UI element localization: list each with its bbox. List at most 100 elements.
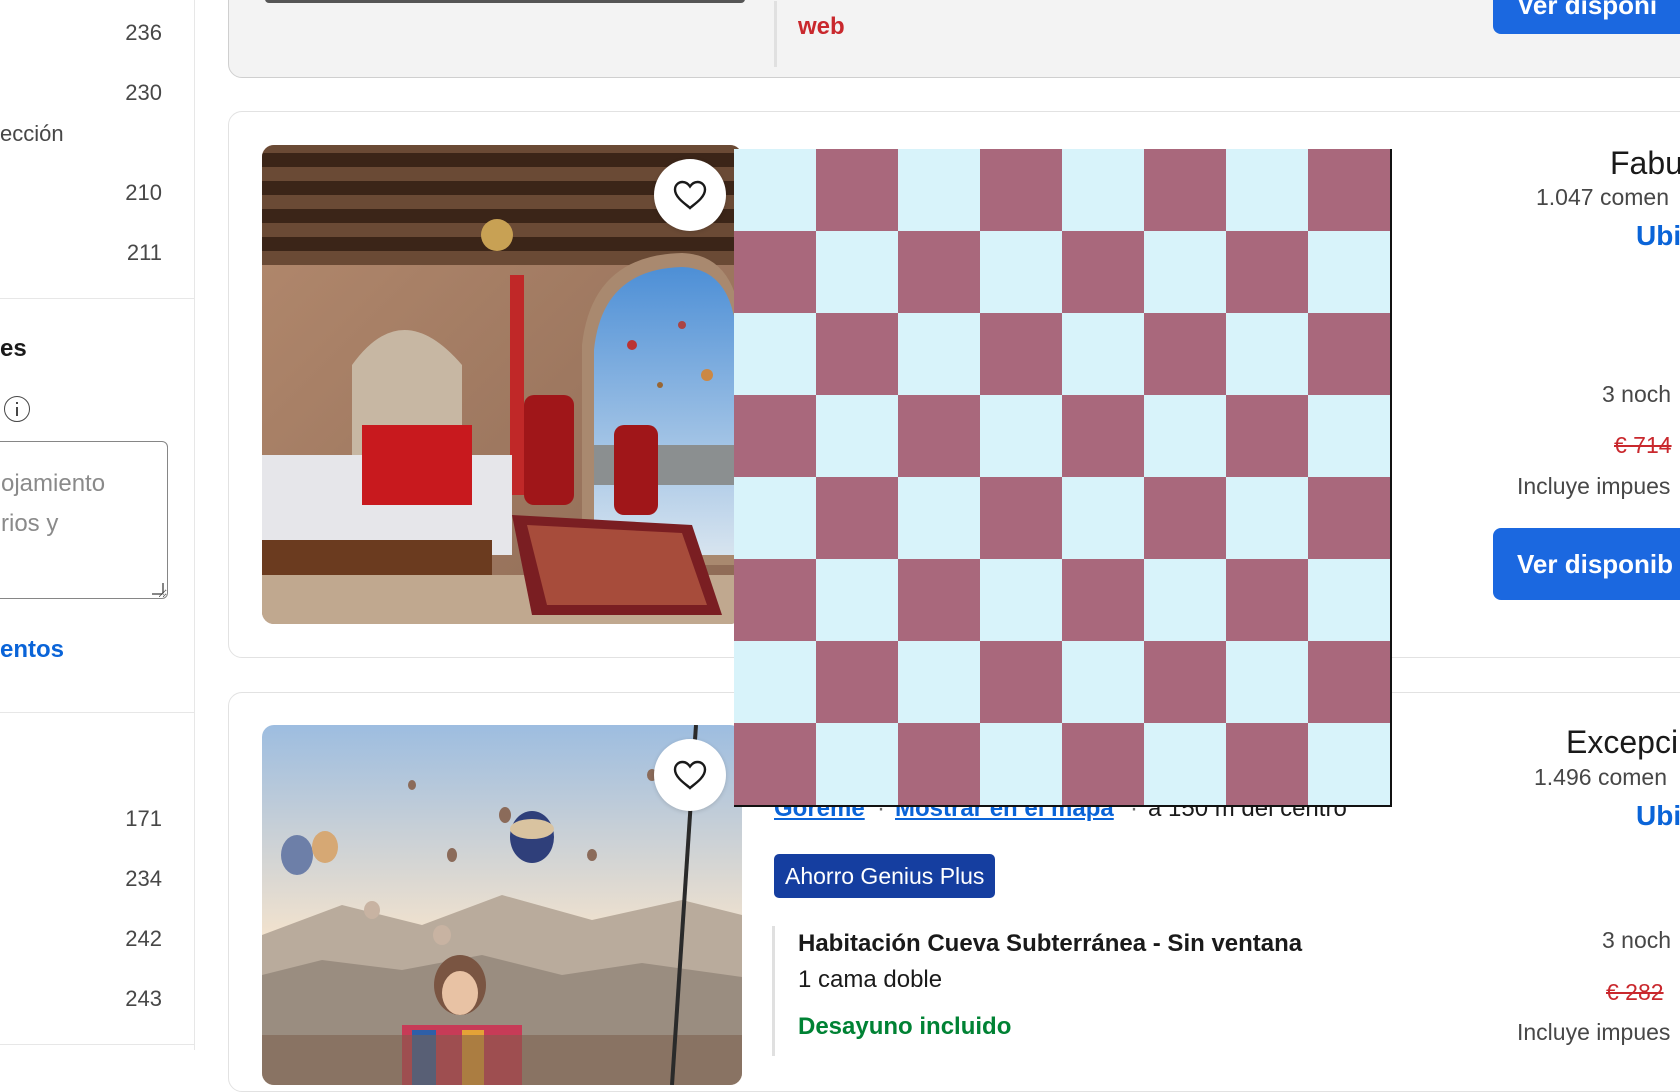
checker-square (980, 723, 1062, 805)
checker-square (1308, 641, 1390, 723)
checker-square (1062, 313, 1144, 395)
checker-square (1226, 231, 1308, 313)
checker-square (898, 395, 980, 477)
checker-square (1144, 313, 1226, 395)
checker-square (898, 149, 980, 231)
divider (0, 712, 194, 713)
checker-square (734, 231, 816, 313)
checker-square (1062, 231, 1144, 313)
checker-square (816, 559, 898, 641)
taxes-note: Incluye impues (1517, 1019, 1671, 1045)
checker-square (898, 477, 980, 559)
checker-square (1062, 723, 1144, 805)
checker-square (980, 477, 1062, 559)
review-count: 1.047 comen (1536, 184, 1669, 210)
checker-square (1062, 641, 1144, 723)
breakfast-included: Desayuno incluido (798, 1013, 1012, 1040)
checker-square (898, 313, 980, 395)
checker-square (1226, 641, 1308, 723)
checker-square (1144, 477, 1226, 559)
checker-square (1308, 313, 1390, 395)
checker-square (980, 559, 1062, 641)
original-price: € 714 (1614, 432, 1672, 458)
bed-type: 1 cama doble (798, 966, 943, 993)
info-icon[interactable] (4, 396, 30, 422)
location-score-label: Ubi (1636, 220, 1680, 251)
checker-square (734, 559, 816, 641)
see-availability-button[interactable]: Ver disponi (1493, 0, 1680, 34)
taxes-note: Incluye impues (1517, 473, 1671, 499)
genius-badge: Ahorro Genius Plus (774, 854, 996, 898)
checker-square (1144, 641, 1226, 723)
filter-count: 230 (125, 80, 162, 105)
checker-square (1062, 395, 1144, 477)
checker-square (816, 231, 898, 313)
checker-square (816, 149, 898, 231)
checker-square (816, 641, 898, 723)
checker-square (734, 477, 816, 559)
checker-square (1226, 477, 1308, 559)
checker-square (1144, 723, 1226, 805)
checker-square (816, 395, 898, 477)
checker-square (1308, 559, 1390, 641)
divider (0, 298, 194, 299)
checker-square (1226, 723, 1308, 805)
checker-square (1062, 477, 1144, 559)
checker-square (980, 231, 1062, 313)
checker-square (980, 641, 1062, 723)
heart-icon (673, 180, 707, 210)
property-card (228, 0, 1680, 78)
checker-square (816, 723, 898, 805)
checkerboard-overlay (734, 149, 1392, 807)
textarea-placeholder: rios y (1, 510, 59, 537)
filter-count: 171 (125, 806, 162, 831)
see-availability-button[interactable]: Ver disponib (1493, 528, 1680, 600)
wishlist-button[interactable] (654, 159, 726, 231)
property-photo[interactable] (265, 0, 745, 3)
stay-length: 3 noch (1602, 927, 1672, 953)
checker-square (1308, 231, 1390, 313)
checker-square (816, 313, 898, 395)
checker-square (734, 395, 816, 477)
room-info-bar (774, 1, 777, 67)
textarea-placeholder: ojamiento (1, 470, 106, 497)
checker-square (1062, 149, 1144, 231)
checker-square (898, 231, 980, 313)
checker-square (1226, 313, 1308, 395)
checker-square (1308, 477, 1390, 559)
room-name: Habitación Cueva Subterránea - Sin venta… (798, 930, 1303, 957)
checker-square (980, 395, 1062, 477)
checker-square (980, 149, 1062, 231)
checker-square (898, 559, 980, 641)
search-textarea[interactable]: ojamiento rios y (0, 441, 168, 599)
sidebar-link[interactable]: entos (0, 636, 64, 664)
checker-square (1308, 723, 1390, 805)
rating-title: Fabu (1610, 145, 1680, 181)
checker-square (1226, 395, 1308, 477)
checker-square (734, 641, 816, 723)
resize-handle-icon[interactable] (152, 583, 164, 595)
checker-square (1226, 559, 1308, 641)
filter-count: 211 (126, 240, 162, 265)
divider (0, 1044, 194, 1045)
checker-square (1308, 149, 1390, 231)
checker-square (1144, 231, 1226, 313)
review-count: 1.496 comen (1534, 764, 1667, 790)
checker-square (898, 641, 980, 723)
section-heading: es (0, 335, 27, 362)
rating-title: Excepci (1566, 724, 1679, 760)
filter-option-label[interactable]: ección (0, 121, 64, 147)
checker-square (898, 723, 980, 805)
checker-square (1144, 559, 1226, 641)
checker-square (1062, 559, 1144, 641)
filter-count: 210 (125, 180, 162, 205)
stay-length: 3 noch (1602, 381, 1672, 407)
filter-count: 234 (125, 866, 162, 891)
checker-square (734, 313, 816, 395)
location-score-label: Ubi (1636, 800, 1680, 831)
filters-sidebar: 236 230 ección 210 211 es ojamiento rios… (0, 0, 195, 1050)
wishlist-button[interactable] (654, 739, 726, 811)
filter-count: 242 (125, 926, 162, 951)
checker-square (1226, 149, 1308, 231)
original-price: € 282 (1606, 979, 1664, 1005)
